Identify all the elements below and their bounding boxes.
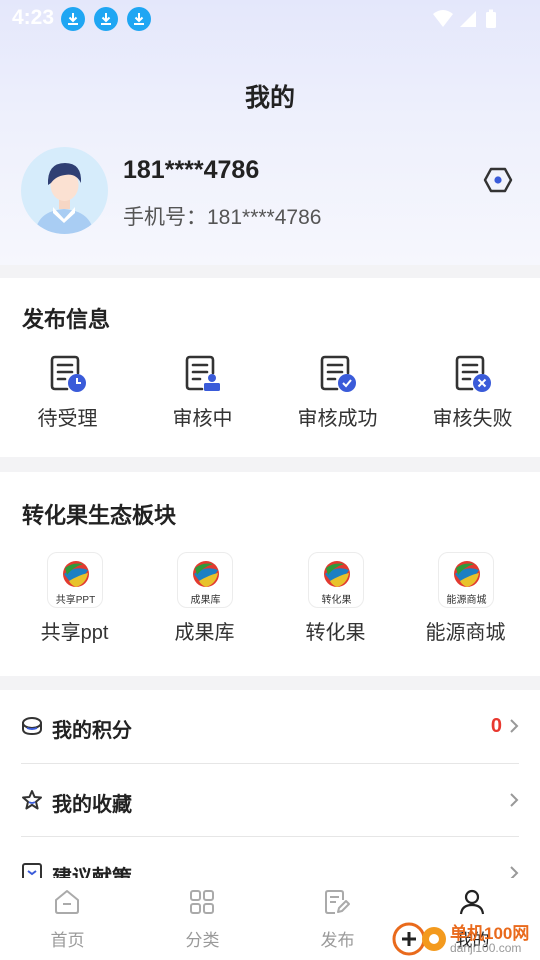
app-tile: 共享PPT [46,552,103,608]
app-tile: 转化果 [307,552,364,608]
publish-item-label: 审核失败 [432,408,513,430]
menu-item-favorites[interactable]: 我的收藏 [0,764,540,837]
publish-item-pending[interactable]: 待受理 [0,354,135,431]
download-icon [127,7,151,31]
publish-item-rejected[interactable]: 审核失败 [405,354,540,431]
ecosystem-item-label: 能源商城 [425,622,506,644]
ecosystem-item-results[interactable]: 成果库 成果库 [137,552,272,645]
user-phone: 手机号：181****4786 [123,206,322,229]
app-tile-text: 能源商城 [446,595,487,606]
chevron-right-icon [510,793,519,807]
tab-label: 首页 [50,931,85,950]
status-time: 4:23 [12,6,55,29]
ecosystem-item-ppt[interactable]: 共享PPT 共享ppt [7,552,142,645]
avatar[interactable] [21,147,108,234]
wifi-icon [433,10,453,27]
system-status-icons [432,8,502,35]
publish-item-approved[interactable]: 审核成功 [270,354,405,431]
ecosystem-item-label: 共享ppt [40,622,109,644]
settings-icon[interactable] [483,165,513,195]
app-logo-icon [62,561,89,587]
publish-item-label: 审核中 [172,408,233,430]
menu-item-label: 建议献策 [52,867,132,878]
watermark-logo [392,922,446,956]
suggestion-icon [22,863,42,878]
points-icon [22,717,42,736]
user-icon [459,889,485,915]
battery-icon [486,12,496,28]
tab-label: 发布 [320,931,355,950]
tab-home[interactable]: 首页 [0,878,135,960]
app-tile: 能源商城 [437,552,494,608]
tab-category[interactable]: 分类 [135,878,270,960]
points-value: 0 [490,715,502,737]
user-name: 181****4786 [123,156,260,184]
pending-doc-icon [50,355,86,392]
publish-info-card: 发布信息 待受理 审核中 审核成功 审核失败 [0,278,540,457]
publish-item-label: 审核成功 [297,408,378,430]
app-tile: 成果库 [176,552,233,608]
watermark-url: danji100.com [450,941,522,955]
ecosystem-item-label: 转化果 [305,622,366,644]
app-logo-icon [323,561,350,587]
chevron-right-icon [510,719,519,733]
menu-item-label: 我的收藏 [52,794,132,816]
site-watermark: 单机100网 danji100.com [392,917,540,960]
star-icon [22,790,42,810]
signal-icon [460,11,476,27]
menu-item-points[interactable]: 我的积分 0 [0,690,540,763]
menu-item-label: 我的积分 [52,720,132,742]
grid-icon [190,890,214,914]
reviewing-doc-icon [185,355,220,391]
download-icon [61,7,85,31]
app-tile-text: 成果库 [190,595,221,606]
publish-item-label: 待受理 [37,408,98,430]
publish-icon [325,890,350,914]
publish-section-title: 发布信息 [22,307,111,332]
download-icon [94,7,118,31]
app-logo-icon [453,561,480,587]
app-tile-text: 共享PPT [55,595,96,606]
publish-item-reviewing[interactable]: 审核中 [135,354,270,431]
ecosystem-item-zhuanhuaguo[interactable]: 转化果 转化果 [268,552,403,645]
app-logo-icon [192,561,219,587]
menu-item-suggestions[interactable]: 建议献策 [0,837,540,878]
ecosystem-item-energy-mall[interactable]: 能源商城 能源商城 [398,552,533,645]
app-tile-text: 转化果 [321,595,352,606]
approved-doc-icon [320,355,356,392]
page-title: 我的 [244,84,295,112]
tab-publish[interactable]: 发布 [270,878,405,960]
rejected-doc-icon [455,355,491,392]
menu-list-card: 我的积分 0 我的收藏 建议献策 [0,690,540,878]
tab-label: 分类 [185,931,220,950]
ecosystem-item-label: 成果库 [174,622,235,644]
home-icon [55,890,79,914]
chevron-right-icon [510,866,519,878]
ecosystem-card: 转化果生态板块 共享PPT 共享ppt 成果库 成果库 转化果 转化果 能源商城… [0,472,540,676]
ecosystem-section-title: 转化果生态板块 [22,503,177,528]
status-bar: 4:23 [0,0,540,36]
